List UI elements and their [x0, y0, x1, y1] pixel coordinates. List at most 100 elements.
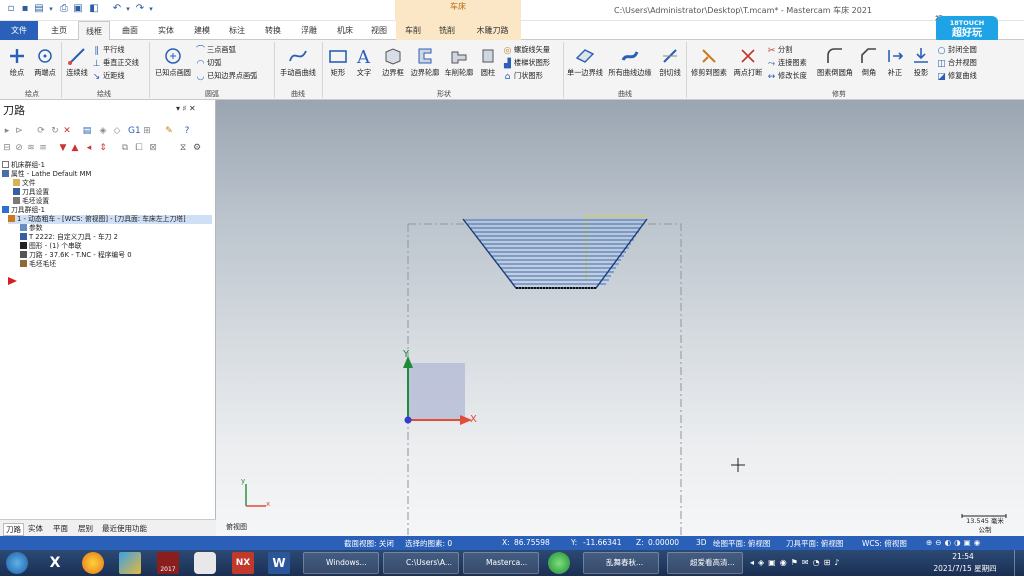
hand-spline-button[interactable]: 手动画曲线	[277, 46, 319, 78]
line-button[interactable]: 连续线	[64, 46, 90, 78]
tree-item-stock-setup[interactable]: 毛坯设置	[13, 197, 49, 206]
stair-button[interactable]: ▟ 楼梯状图形	[503, 57, 550, 69]
perpendicular-button[interactable]: ⊥ 垂直正交线	[92, 57, 139, 69]
tree-item-toolpath[interactable]: 刀路 - 37.6K - T.NC - 程序编号 0	[20, 251, 132, 260]
redo-icon[interactable]: ↷	[134, 3, 146, 15]
spiral-button[interactable]: ◎ 螺旋线矢量	[503, 44, 550, 56]
tree-item-toolpath-group[interactable]: 刀具群组-1	[2, 206, 45, 215]
parallel-button[interactable]: ∥ 平行线	[92, 44, 124, 56]
all-edges-button[interactable]: 所有曲线边缘	[607, 46, 653, 78]
bottom-tab-planes[interactable]: 平面	[53, 523, 68, 534]
taskbar-window-explorer[interactable]: Windows...	[303, 552, 379, 574]
paste-icon[interactable]: ⧠	[134, 143, 144, 153]
taskbar-window-game[interactable]: 乱舞春秋...	[583, 552, 659, 574]
scroll-icon[interactable]: ⇕	[98, 143, 108, 153]
print-icon[interactable]: ⎙	[58, 3, 70, 15]
tree-item-parameters[interactable]: 参数	[20, 224, 43, 233]
wcs-status[interactable]: WCS: 俯视图	[862, 538, 907, 549]
offset-button[interactable]: 补正	[883, 46, 907, 78]
highfeed-icon[interactable]: ⊞	[142, 126, 152, 136]
cut-line-button[interactable]: 剖切线	[656, 46, 684, 78]
bottom-tab-solids[interactable]: 实体	[28, 523, 43, 534]
circle-center-button[interactable]: 已知点画圆	[152, 46, 194, 78]
door-button[interactable]: ⌂ 门状图形	[503, 70, 543, 82]
fillet-chain-button[interactable]: 图素倒圆角	[814, 46, 856, 78]
mode-3d-toggle[interactable]: 3D	[696, 538, 707, 547]
trim-split-button[interactable]: 修剪到图素	[689, 46, 729, 78]
tree-item-tool[interactable]: T 2222: 自定义刀具 - 车刀 2	[20, 233, 118, 242]
clock-date[interactable]: 2021/7/15 星期四	[925, 563, 1005, 574]
panda-icon[interactable]	[194, 552, 216, 574]
cylinder-button[interactable]: 圆柱	[477, 46, 499, 78]
regen-icon[interactable]: ⟳	[36, 126, 46, 136]
bottom-tab-toolpaths[interactable]: 刀路	[3, 523, 24, 536]
filter-icon[interactable]: ⧖	[178, 143, 188, 153]
hide-icon[interactable]: ⊘	[14, 143, 24, 153]
tab-wireframe[interactable]: 线框	[78, 21, 110, 41]
boundary-button[interactable]: 边界轮廓	[408, 46, 442, 78]
tab-file[interactable]: 文件	[0, 21, 38, 40]
clock-time[interactable]: 21:54	[933, 552, 993, 561]
start-button[interactable]	[6, 552, 28, 574]
taskbar-window-mastercam[interactable]: Masterca...	[463, 552, 539, 574]
bounding-box-button[interactable]: 边界框	[378, 46, 408, 78]
insert-arrow-icon[interactable]: ◂	[84, 143, 94, 153]
tree-item-properties[interactable]: 属性 - Lathe Default MM	[2, 170, 91, 179]
system-tray-icons[interactable]: ◂◈▣◉⚑✉◔⊞♪	[750, 558, 843, 567]
tplane-status[interactable]: 刀具平面: 俯视图	[786, 538, 843, 549]
collapse-icon[interactable]: ≡	[38, 143, 48, 153]
toggle-display-icon[interactable]: ✕	[62, 126, 72, 136]
xmind-icon[interactable]: X	[44, 552, 66, 574]
point-button[interactable]: 绘点	[4, 46, 30, 78]
simplify-button[interactable]: ◪ 修复曲线	[937, 70, 977, 82]
backplot-icon[interactable]: ▤	[82, 126, 92, 136]
open-icon[interactable]: ▤	[33, 3, 45, 15]
taskbar-window-folder[interactable]: C:\Users\A...	[383, 552, 459, 574]
simulate-icon[interactable]: ◇	[112, 126, 122, 136]
undo-dropdown-icon[interactable]: ▾	[125, 3, 131, 15]
taskbar-window-video[interactable]: 超爱看高清...	[667, 552, 743, 574]
three-point-button[interactable]: ⌒ 三点画弧	[196, 44, 236, 56]
modify-length-button[interactable]: ↔ 修改长度	[767, 70, 807, 82]
tab-surface[interactable]: 曲面	[114, 21, 146, 40]
graphics-viewport[interactable]: Y X y x 俯视图 13.545 毫米 公制	[216, 100, 1024, 536]
cplane-status[interactable]: 绘图平面: 俯视图	[713, 538, 770, 549]
viewport-canvas[interactable]	[216, 100, 1024, 536]
undo-icon[interactable]: ↶	[111, 3, 123, 15]
refresh-app-icon[interactable]	[548, 552, 570, 574]
panel-pin-close-icons[interactable]: ▾ ♯ ✕	[176, 104, 196, 113]
post-icon[interactable]: G1	[128, 126, 141, 136]
single-edge-button[interactable]: 单一边界线	[565, 46, 605, 78]
project-button[interactable]: 投影	[909, 46, 933, 78]
two-point-trim-button[interactable]: 两点打断	[731, 46, 765, 78]
select-all-icon[interactable]: ▸	[2, 126, 12, 136]
mastercam-2017-icon[interactable]: 2017	[157, 552, 179, 574]
merge-view-button[interactable]: ◫ 合并视图	[937, 57, 977, 69]
qat-customize-icon[interactable]: ▾	[148, 3, 154, 15]
near-line-button[interactable]: ↘ 近距线	[92, 70, 125, 82]
text-button[interactable]: A 文字	[352, 46, 376, 78]
insert-arrow-marker[interactable]	[8, 277, 17, 285]
tab-milling[interactable]: 铣削	[430, 21, 464, 40]
close-arc-button[interactable]: ○ 封闭全圆	[937, 44, 977, 56]
dropdown-icon[interactable]: ▾	[47, 3, 55, 15]
tab-transform[interactable]: 转换	[258, 21, 288, 40]
tree-item-operation[interactable]: 1 - 动态粗车 - [WCS: 俯视图] - [刀具面: 车床左上刀塔]	[8, 215, 212, 224]
quick-icon[interactable]: ◧	[88, 3, 100, 15]
save-as-icon[interactable]: ▣	[72, 3, 84, 15]
tab-dimension[interactable]: 标注	[222, 21, 252, 40]
chamfer-button[interactable]: 倒角	[857, 46, 881, 78]
tab-home[interactable]: 主页	[44, 21, 74, 40]
divide-button[interactable]: ✂ 分割	[767, 44, 793, 56]
settings-icon[interactable]: ⚙	[192, 143, 202, 153]
bottom-tab-levels[interactable]: 层别	[78, 523, 93, 534]
tool-manager-icon[interactable]: ✎	[164, 126, 174, 136]
save-icon[interactable]: ▪	[19, 3, 31, 15]
tree-item-geometry[interactable]: 图形 - (1) 个串联	[20, 242, 82, 251]
verify-icon[interactable]: ◈	[98, 126, 108, 136]
media-icon[interactable]	[119, 552, 141, 574]
show-desktop-button[interactable]	[1014, 550, 1024, 576]
delete-icon[interactable]: ⊠	[148, 143, 158, 153]
nx-icon[interactable]: NX	[232, 552, 254, 574]
move-down-icon[interactable]: ▼	[58, 143, 68, 153]
